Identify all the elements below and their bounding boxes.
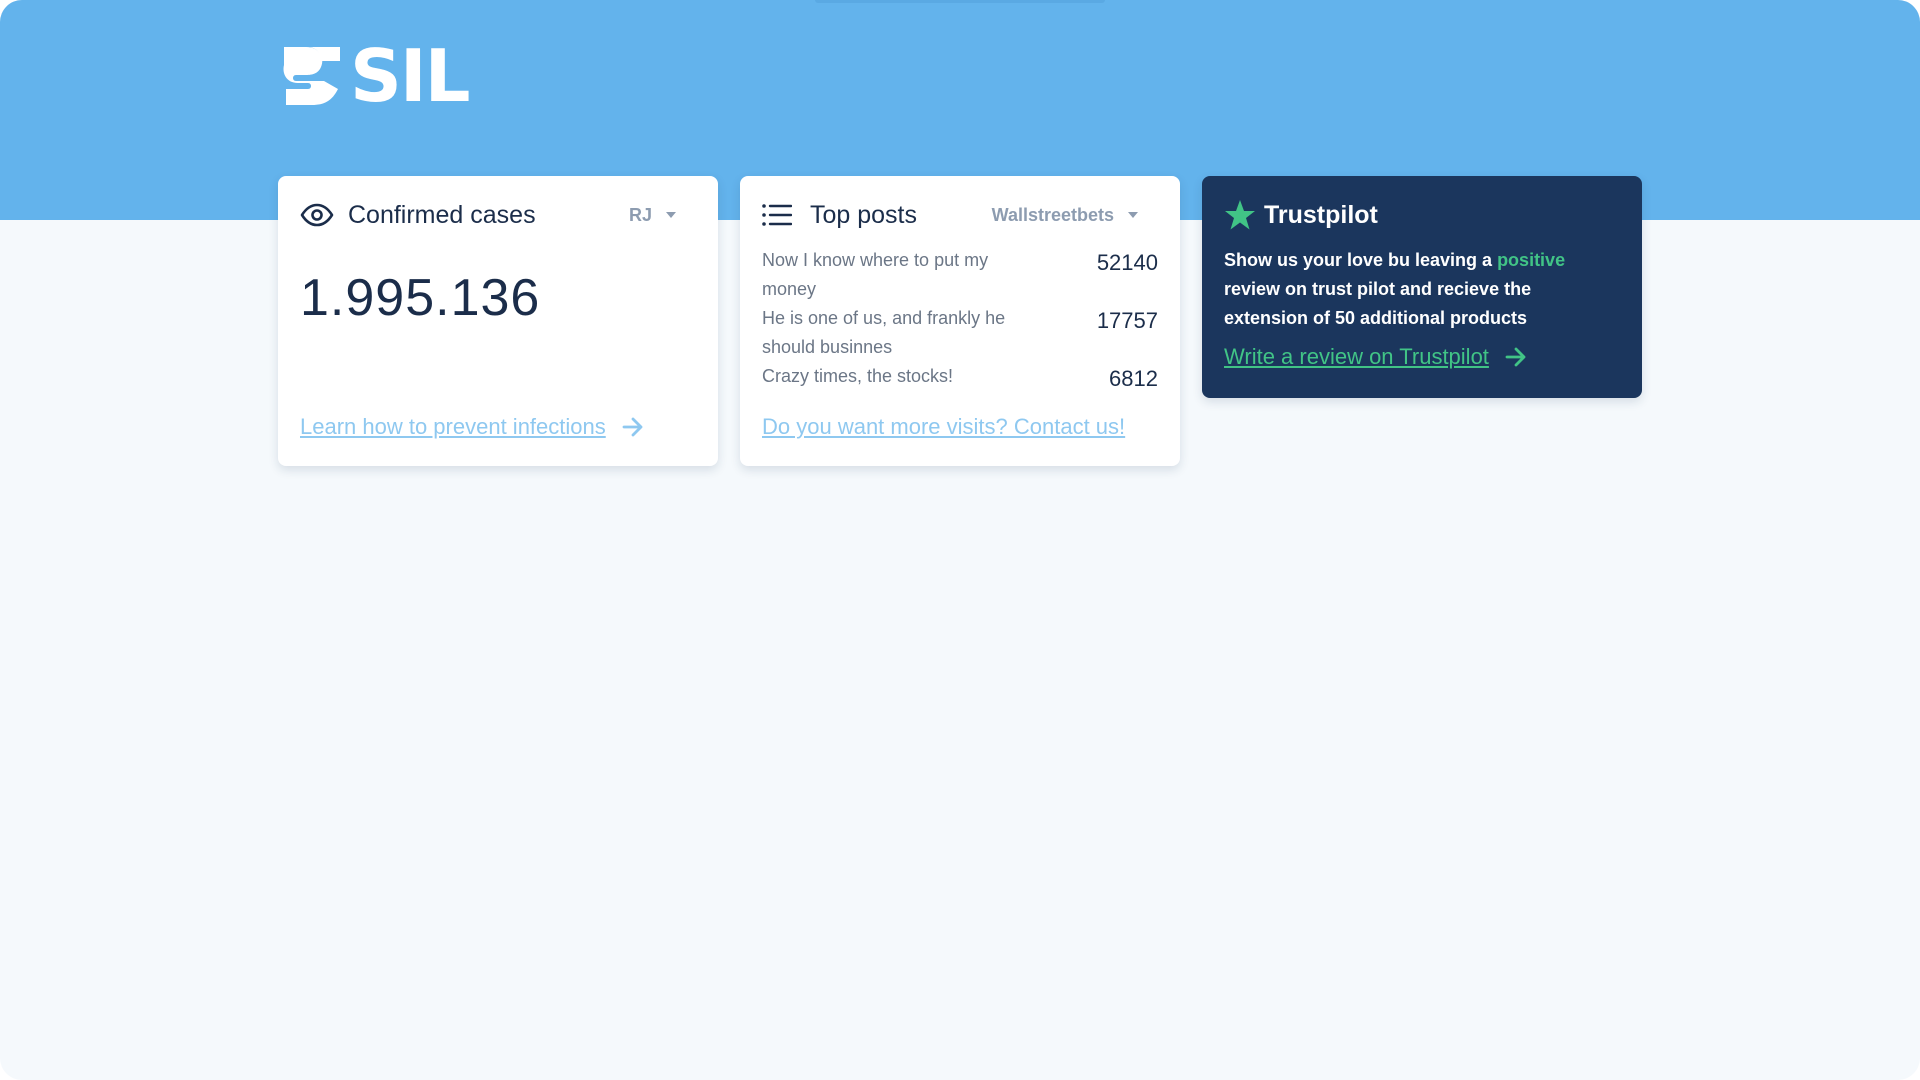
source-select-value: Wallstreetbets [991, 204, 1114, 225]
message-text: Show us your love bu leaving a [1224, 250, 1498, 270]
list-item[interactable]: He is one of us, and frankly he should b… [762, 304, 1158, 362]
card-title: Trustpilot [1264, 200, 1378, 229]
post-count: 52140 [1096, 250, 1158, 275]
prevent-infections-link[interactable]: Learn how to prevent infections [300, 414, 644, 440]
list-icon [762, 200, 796, 230]
top-notch [815, 0, 1105, 3]
list-item[interactable]: Now I know where to put my money 52140 [762, 246, 1158, 304]
card-header: Confirmed cases RJ [300, 198, 696, 232]
logo-mark-icon [283, 47, 340, 105]
link-label: Learn how to prevent infections [300, 414, 606, 439]
app-window: SIL Confirmed cases RJ 1.995.136 Learn h… [0, 0, 1920, 1080]
star-icon [1224, 200, 1258, 230]
arrow-right-icon [622, 417, 644, 437]
post-count: 17757 [1096, 308, 1158, 333]
region-select-value: RJ [628, 204, 652, 225]
message-highlight: positive [1497, 250, 1566, 270]
confirmed-cases-value: 1.995.136 [300, 269, 541, 327]
region-select[interactable]: RJ [629, 205, 676, 226]
chevron-down-icon [666, 212, 676, 218]
list-item[interactable]: Crazy times, the stocks! 6812 [762, 362, 1158, 393]
post-title: Crazy times, the stocks! [762, 366, 954, 386]
post-count: 6812 [1109, 366, 1158, 391]
message-text: review on trust pilot and recieve the ex… [1224, 279, 1532, 328]
card-title: Confirmed cases [348, 200, 536, 229]
card-title: Top posts [810, 200, 918, 229]
confirmed-cases-card: Confirmed cases RJ 1.995.136 Learn how t… [278, 176, 718, 466]
logo-text: SIL [350, 34, 471, 118]
trustpilot-card: Trustpilot Show us your love bu leaving … [1202, 176, 1642, 398]
source-select[interactable]: Wallstreetbets [992, 205, 1138, 226]
chevron-down-icon [1128, 212, 1138, 218]
post-title: Now I know where to put my money [762, 250, 989, 299]
link-label: Do you want more visits? Contact us! [762, 414, 1126, 439]
card-header: Top posts Wallstreetbets [762, 198, 1158, 232]
post-title: He is one of us, and frankly he should b… [762, 308, 1006, 357]
top-posts-card: Top posts Wallstreetbets Now I know wher… [740, 176, 1180, 466]
write-review-link[interactable]: Write a review on Trustpilot [1224, 344, 1527, 370]
arrow-right-icon [1505, 347, 1527, 367]
eye-icon [300, 200, 334, 230]
card-header: Trustpilot [1224, 198, 1620, 232]
link-label: Write a review on Trustpilot [1224, 344, 1489, 369]
contact-us-link[interactable]: Do you want more visits? Contact us! [762, 414, 1125, 440]
trustpilot-message: Show us your love bu leaving a positive … [1224, 246, 1584, 333]
brand-logo[interactable]: SIL [280, 34, 480, 118]
posts-list: Now I know where to put my money 52140 H… [762, 246, 1158, 393]
